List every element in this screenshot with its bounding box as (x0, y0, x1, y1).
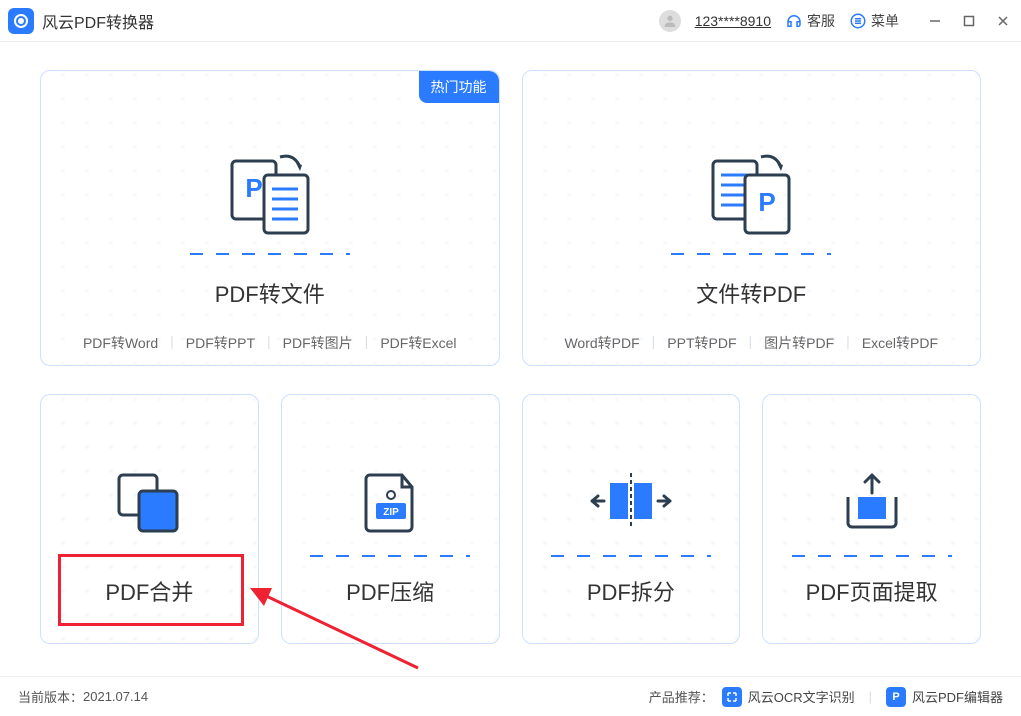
divider (792, 555, 952, 557)
sublink-pdf-to-word[interactable]: PDF转Word (71, 333, 170, 353)
maximize-button[interactable] (961, 13, 977, 29)
titlebar: 风云PDF转换器 123****8910 客服 菜单 (0, 0, 1021, 42)
support-button[interactable]: 客服 (785, 11, 835, 31)
svg-text:P: P (759, 187, 776, 217)
extract-icon (763, 437, 980, 537)
sublink-pdf-to-ppt[interactable]: PDF转PPT (174, 333, 267, 353)
card-title: PDF页面提取 (763, 575, 980, 607)
split-icon (523, 437, 740, 537)
menu-label: 菜单 (871, 11, 899, 31)
footer-link-label: 风云PDF编辑器 (912, 687, 1003, 706)
ocr-icon (722, 687, 742, 707)
card-file-to-pdf[interactable]: P 文件转PDF Word转PDF| PPT转PDF| 图片转PDF| Exce… (522, 70, 982, 366)
sub-links: PDF转Word| PDF转PPT| PDF转图片| PDF转Excel (41, 333, 499, 353)
divider (190, 253, 350, 255)
divider (551, 555, 711, 557)
hot-badge: 热门功能 (419, 71, 499, 103)
sub-links: Word转PDF| PPT转PDF| 图片转PDF| Excel转PDF (523, 333, 981, 353)
svg-text:ZIP: ZIP (383, 507, 399, 518)
recommend-label: 产品推荐： (649, 687, 714, 706)
headset-icon (785, 12, 803, 30)
version-label: 当前版本： (18, 687, 83, 706)
footer-link-editor[interactable]: P 风云PDF编辑器 (886, 687, 1003, 707)
app-logo-icon (8, 8, 34, 34)
sublink-ppt-to-pdf[interactable]: PPT转PDF (655, 333, 748, 353)
card-pdf-compress[interactable]: ZIP PDF压缩 (281, 394, 500, 644)
card-pdf-to-file[interactable]: 热门功能 P PDF转文件 PDF转Word| PDF转PPT| (40, 70, 500, 366)
divider (69, 555, 229, 557)
sublink-pdf-to-image[interactable]: PDF转图片 (271, 333, 365, 353)
sublink-word-to-pdf[interactable]: Word转PDF (552, 333, 651, 353)
merge-icon (41, 437, 258, 537)
card-title: PDF转文件 (41, 277, 499, 309)
card-title: PDF拆分 (523, 575, 740, 607)
sublink-pdf-to-excel[interactable]: PDF转Excel (368, 333, 468, 353)
editor-icon: P (886, 687, 906, 707)
card-pdf-merge[interactable]: PDF合并 (40, 394, 259, 644)
card-title: 文件转PDF (523, 277, 981, 309)
svg-text:P: P (245, 173, 262, 203)
avatar-icon[interactable] (659, 10, 681, 32)
compress-icon: ZIP (282, 437, 499, 537)
sublink-excel-to-pdf[interactable]: Excel转PDF (850, 333, 950, 353)
pdf-to-file-icon: P (41, 99, 499, 239)
footer-link-label: 风云OCR文字识别 (748, 687, 855, 706)
close-button[interactable] (995, 13, 1011, 29)
divider (671, 253, 831, 255)
card-title: PDF合并 (41, 575, 258, 607)
card-pdf-split[interactable]: PDF拆分 (522, 394, 741, 644)
file-to-pdf-icon: P (523, 99, 981, 239)
card-title: PDF压缩 (282, 575, 499, 607)
support-label: 客服 (807, 11, 835, 31)
footer: 当前版本： 2021.07.14 产品推荐： 风云OCR文字识别 | P 风云P… (0, 676, 1021, 716)
minimize-button[interactable] (927, 13, 943, 29)
sublink-image-to-pdf[interactable]: 图片转PDF (752, 333, 846, 353)
app-title: 风云PDF转换器 (42, 9, 154, 33)
version-value: 2021.07.14 (83, 689, 148, 704)
username-link[interactable]: 123****8910 (695, 13, 771, 29)
menu-icon (849, 12, 867, 30)
footer-link-ocr[interactable]: 风云OCR文字识别 (722, 687, 855, 707)
divider (310, 555, 470, 557)
menu-button[interactable]: 菜单 (849, 11, 899, 31)
card-pdf-extract[interactable]: PDF页面提取 (762, 394, 981, 644)
